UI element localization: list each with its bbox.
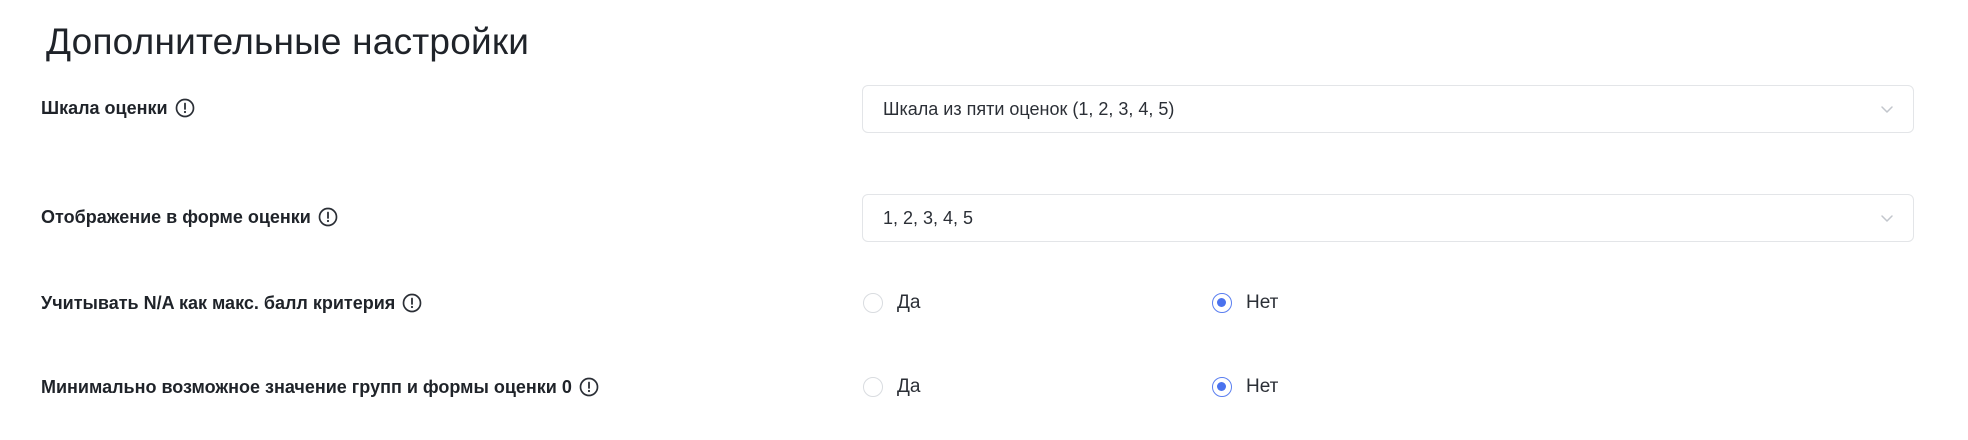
na-max-radio-no[interactable]: Нет xyxy=(1212,288,1278,318)
radio-label-yes: Да xyxy=(897,292,921,313)
display-select[interactable]: 1, 2, 3, 4, 5 xyxy=(862,194,1914,242)
scale-label: Шкала оценки xyxy=(41,97,168,118)
chevron-down-icon xyxy=(1879,101,1895,117)
radio-unchecked[interactable] xyxy=(863,377,883,397)
radio-label-yes: Да xyxy=(897,376,921,397)
chevron-down-icon xyxy=(1879,210,1895,226)
min-value-radio-yes[interactable]: Да xyxy=(863,372,920,402)
min-value-radio-no[interactable]: Нет xyxy=(1212,372,1278,402)
radio-checked[interactable] xyxy=(1212,293,1232,313)
radio-label-no: Нет xyxy=(1246,292,1279,313)
info-icon[interactable] xyxy=(317,206,339,228)
radio-label-no: Нет xyxy=(1246,376,1279,397)
scale-select-value: Шкала из пяти оценок (1, 2, 3, 4, 5) xyxy=(883,98,1175,119)
display-select-value: 1, 2, 3, 4, 5 xyxy=(883,207,974,228)
info-icon[interactable] xyxy=(401,292,423,314)
info-icon[interactable] xyxy=(174,97,196,119)
display-label-group: Отображение в форме оценки xyxy=(41,202,339,232)
additional-settings-panel: Дополнительные настройки Шкала оценки Шк… xyxy=(0,0,1968,440)
scale-select[interactable]: Шкала из пяти оценок (1, 2, 3, 4, 5) xyxy=(862,85,1914,133)
min-value-label-group: Минимально возможное значение групп и фо… xyxy=(41,372,600,402)
info-icon[interactable] xyxy=(578,376,600,398)
min-value-label: Минимально возможное значение групп и фо… xyxy=(41,376,572,397)
scale-label-group: Шкала оценки xyxy=(41,93,196,123)
section-title: Дополнительные настройки xyxy=(46,21,530,62)
radio-checked[interactable] xyxy=(1212,377,1232,397)
na-max-label: Учитывать N/A как макс. балл критерия xyxy=(41,292,396,313)
na-max-label-group: Учитывать N/A как макс. балл критерия xyxy=(41,288,423,318)
display-label: Отображение в форме оценки xyxy=(41,206,311,227)
radio-unchecked[interactable] xyxy=(863,293,883,313)
na-max-radio-yes[interactable]: Да xyxy=(863,288,920,318)
